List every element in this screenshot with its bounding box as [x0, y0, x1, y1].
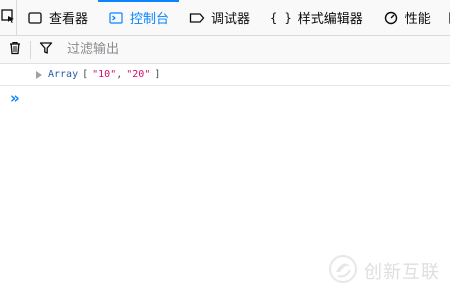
console-filter-bar	[0, 36, 450, 64]
filter-output-input[interactable]	[65, 41, 369, 58]
element-picker-icon	[0, 8, 16, 28]
expand-arrow-icon[interactable]	[36, 70, 42, 79]
inspector-icon	[27, 10, 43, 26]
tab-style-editor-label: 样式编辑器	[297, 12, 363, 27]
tab-inspector-label: 查看器	[49, 12, 89, 27]
tab-console[interactable]: 控制台	[98, 0, 180, 36]
element-picker-button[interactable]	[0, 0, 17, 36]
tab-style-editor[interactable]: { } 样式编辑器	[260, 0, 373, 36]
console-input-row: »	[0, 88, 450, 108]
devtools-window: 查看器 控制台 调试器 { } 样式编辑器 性能 过滤输出 Array ["1…	[0, 0, 450, 300]
watermark-logo: 创新互联	[328, 254, 440, 288]
close-bracket: ]	[154, 69, 161, 80]
tab-inspector[interactable]: 查看器	[17, 0, 98, 36]
debugger-icon	[189, 10, 205, 26]
console-command-input[interactable]	[25, 90, 430, 106]
open-bracket: [	[82, 69, 89, 80]
watermark-text: 创新互联	[364, 262, 440, 283]
object-type-label: Array	[48, 69, 79, 80]
tab-console-label: 控制台	[130, 12, 170, 27]
watermark-swirl-icon	[328, 254, 358, 288]
tab-performance-label: 性能	[404, 12, 431, 27]
console-message-row[interactable]: Array [ "10" , "20" ]	[0, 64, 450, 86]
array-item: "20"	[126, 69, 151, 80]
console-icon	[108, 10, 124, 26]
style-editor-braces-icon: { }	[270, 10, 292, 25]
array-item: "10"	[92, 69, 117, 80]
devtools-toolbar: 查看器 控制台 调试器 { } 样式编辑器 性能	[0, 0, 450, 36]
prompt-chevron-icon: »	[10, 89, 20, 107]
tab-debugger-label: 调试器	[211, 12, 251, 27]
tab-overflow[interactable]	[441, 0, 450, 36]
tab-performance[interactable]: 性能	[373, 0, 441, 36]
filter-button[interactable]	[31, 36, 61, 64]
filter-icon	[39, 40, 53, 59]
item-separator: ,	[116, 69, 123, 80]
performance-icon	[383, 10, 399, 26]
trash-icon	[8, 40, 22, 59]
clear-console-button[interactable]	[0, 36, 30, 64]
tab-debugger[interactable]: 调试器	[179, 0, 260, 36]
